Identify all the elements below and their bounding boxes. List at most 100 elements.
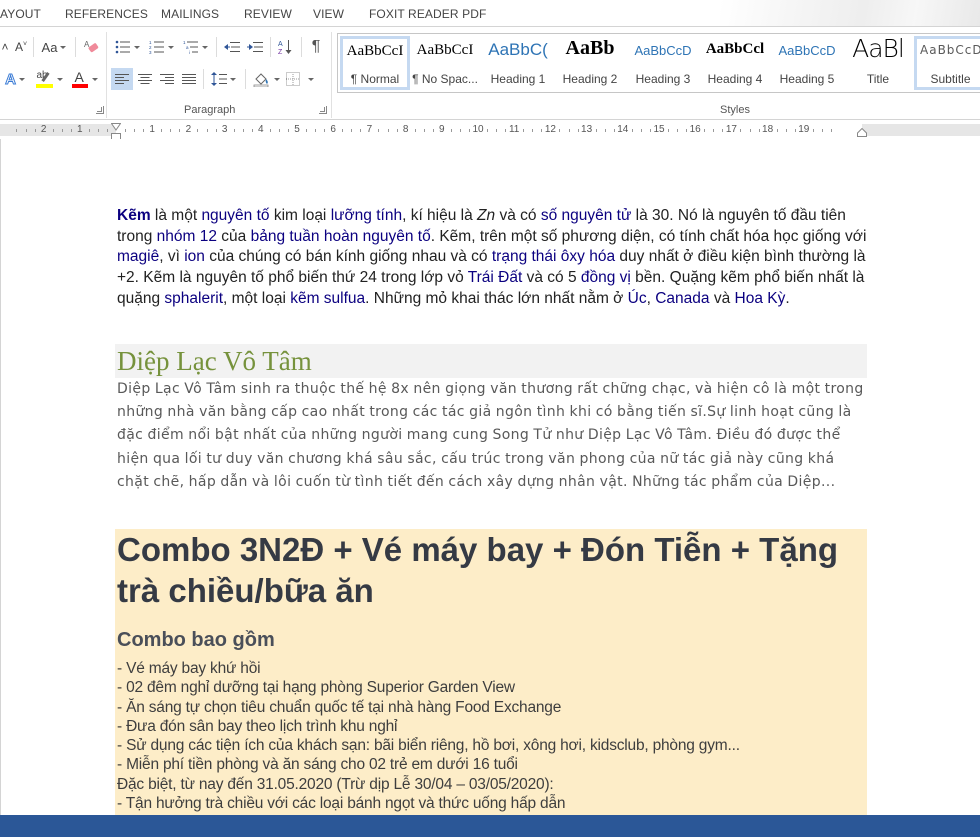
tab-references[interactable]: REFERENCES <box>65 7 148 21</box>
ruler-tick <box>315 129 317 132</box>
align-right-icon <box>160 74 174 84</box>
ruler-number: 11 <box>508 124 520 135</box>
style-title[interactable]: AaBl Title <box>843 34 913 90</box>
bullets-button[interactable] <box>112 36 142 58</box>
decrease-indent-icon <box>224 42 240 52</box>
shading-button[interactable] <box>250 68 282 90</box>
link[interactable]: Hoa Kỳ <box>735 290 786 307</box>
horizontal-ruler[interactable]: 2 1 1 2 3 4 5 6 7 8 9 10 11 12 13 14 15 16 17 18 19 <box>0 121 980 139</box>
tab-foxit-reader-pdf[interactable]: FOXIT READER PDF <box>369 7 486 21</box>
borders-button[interactable] <box>283 68 317 90</box>
separator <box>75 37 76 57</box>
link[interactable]: kẽm sulfua <box>290 290 365 307</box>
numbering-button[interactable]: 123 <box>146 36 176 58</box>
ruler-tick <box>269 129 271 132</box>
font-color-icon: A <box>71 69 89 88</box>
style-heading-3[interactable]: AaBbCcD Heading 3 <box>628 36 698 90</box>
ruler-tick <box>432 129 434 132</box>
list-item: - Miễn phí tiền phòng và ăn sáng cho 02 … <box>117 756 518 774</box>
style-subtitle[interactable]: AaBbCcD Subtitle <box>914 36 980 90</box>
link[interactable]: số nguyên tử <box>541 207 632 224</box>
tab-mailings[interactable]: MAILINGS <box>161 7 219 21</box>
align-right-button[interactable] <box>156 68 178 90</box>
ruler-number: 8 <box>402 124 409 135</box>
ruler-tick <box>278 129 280 132</box>
show-formatting-marks-button[interactable]: ¶ <box>305 36 327 58</box>
list-item: - 02 đêm nghỉ dưỡng tại hạng phòng Super… <box>117 679 515 697</box>
ruler-tick <box>306 129 308 132</box>
document-page[interactable]: Kẽm là một nguyên tố kim loại lưỡng tính… <box>0 139 980 815</box>
separator <box>203 69 204 89</box>
first-line-indent-marker[interactable] <box>111 123 121 131</box>
group-separator <box>106 32 107 118</box>
link[interactable]: đồng vị <box>581 269 631 286</box>
link[interactable]: trạng thái ôxy hóa <box>492 248 615 265</box>
style-no-spacing[interactable]: AaBbCcI ¶ No Spac... <box>410 36 480 90</box>
increase-indent-button[interactable] <box>244 36 266 58</box>
ruler-tick <box>396 129 398 132</box>
line-spacing-button[interactable] <box>207 68 239 90</box>
align-center-button[interactable] <box>134 68 156 90</box>
justify-icon <box>182 74 196 84</box>
align-left-button[interactable] <box>111 68 133 90</box>
shrink-font-button[interactable]: A˅ <box>12 36 30 58</box>
tab-review[interactable]: REVIEW <box>244 7 292 21</box>
justify-button[interactable] <box>178 68 200 90</box>
paragraph-dialog-launcher[interactable] <box>319 106 327 114</box>
ruler-tick <box>722 129 724 132</box>
link[interactable]: lưỡng tính <box>331 207 402 224</box>
style-heading-2[interactable]: AaBb Heading 2 <box>555 36 625 90</box>
link[interactable]: bảng tuần hoàn nguyên tố <box>251 228 431 245</box>
link[interactable]: magiê <box>117 248 159 265</box>
link[interactable]: Úc <box>628 290 647 307</box>
ruler-tick <box>631 129 633 132</box>
ruler-tick <box>559 129 561 132</box>
tab-view[interactable]: VIEW <box>313 7 344 21</box>
right-indent-marker[interactable] <box>857 128 867 137</box>
ruler-number: 1 <box>77 124 83 135</box>
text-effects-button[interactable]: A <box>2 68 28 90</box>
paragraph-group-label: Paragraph <box>184 104 236 116</box>
link[interactable]: nhóm 12 <box>157 228 217 245</box>
ruler-tick <box>287 129 289 132</box>
combo-section: Combo 3N2Đ + Vé máy bay + Đón Tiễn + Tặn… <box>115 529 867 815</box>
borders-icon <box>286 72 300 86</box>
eraser-icon: A <box>84 40 99 53</box>
tab-layout[interactable]: AYOUT <box>0 7 41 21</box>
change-case-button[interactable]: Aa <box>38 36 70 58</box>
ruler-tick <box>487 129 489 132</box>
ruler-tick <box>97 129 99 132</box>
clear-formatting-button[interactable]: A <box>80 36 102 58</box>
align-center-icon <box>138 74 152 84</box>
multilevel-list-button[interactable]: 1ai <box>180 36 210 58</box>
ruler-tick <box>776 129 778 132</box>
sort-button[interactable]: A Z <box>274 36 296 58</box>
ruler-tick <box>812 129 814 132</box>
word-window: AYOUT REFERENCES MAILINGS REVIEW VIEW FO… <box>0 0 980 837</box>
link[interactable]: ion <box>184 248 205 265</box>
link[interactable]: Trái Đất <box>468 269 523 286</box>
ruler-tick <box>704 129 706 132</box>
style-heading-1[interactable]: AaBbC( Heading 1 <box>483 36 553 90</box>
list-item: - Đưa đón sân bay theo lịch trình khu ng… <box>117 717 398 735</box>
link[interactable]: Canada <box>655 290 709 307</box>
ruler-right-margin <box>862 124 980 136</box>
link[interactable]: sphalerit <box>164 290 223 307</box>
sort-icon: A Z <box>278 40 292 55</box>
paint-bucket-icon <box>253 73 268 87</box>
ruler-number: 10 <box>472 124 484 135</box>
font-color-button[interactable]: A <box>68 68 100 90</box>
ruler-tick <box>242 129 244 132</box>
ruler-number: 9 <box>439 124 445 135</box>
style-heading-4[interactable]: AaBbCcl Heading 4 <box>700 36 770 90</box>
style-heading-5[interactable]: AaBbCcD Heading 5 <box>772 36 842 90</box>
ruler-tick <box>88 129 90 132</box>
decrease-indent-button[interactable] <box>221 36 243 58</box>
style-normal[interactable]: AaBbCcI ¶ Normal <box>340 36 410 90</box>
link[interactable]: nguyên tố <box>201 207 269 224</box>
text-highlight-button[interactable]: ab <box>34 68 64 90</box>
grow-font-button[interactable]: ˄ <box>0 36 10 58</box>
title-decoration <box>720 0 980 26</box>
zinc-paragraph: Kẽm là một nguyên tố kim loại lưỡng tính… <box>117 207 867 307</box>
font-dialog-launcher[interactable] <box>96 106 104 114</box>
